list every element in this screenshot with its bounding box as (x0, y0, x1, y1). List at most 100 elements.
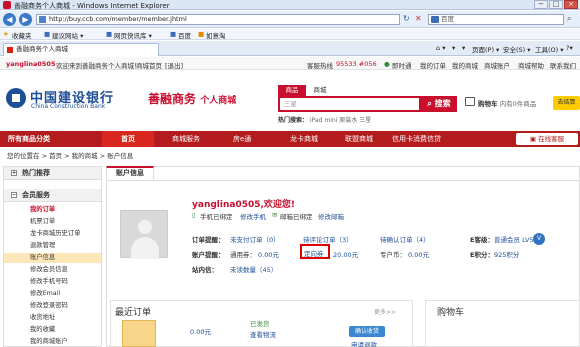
bank-name-en: China Construction Bank (31, 103, 106, 110)
feeds-button[interactable]: ▾ (452, 44, 455, 52)
nav-union-mall[interactable]: 联盟商城 (345, 131, 373, 147)
account-reminder-label: 账户提醒： (192, 251, 225, 259)
highlight-box (300, 244, 330, 259)
inbox-unread-link[interactable]: 未读数量（45） (230, 264, 277, 274)
special-coupon-value: 20.00元 (333, 251, 359, 259)
sidebar-item-my-orders[interactable]: 我的订单 (4, 205, 101, 215)
sidebar-item-favorites[interactable]: 我的收藏 (4, 325, 101, 335)
search-icon[interactable]: ⌕ (567, 14, 571, 24)
baidu-link[interactable]: 百度 (178, 30, 191, 40)
mall-account-link[interactable]: 商城账户 (484, 60, 510, 70)
panel-welcome: yanglina0505,欢迎您! (192, 200, 296, 210)
browser-tab[interactable]: 善融商务个人商城 (3, 43, 159, 56)
unpaid-orders-link[interactable]: 未支付订单（0） (230, 234, 280, 244)
page-menu[interactable]: 页面(P) ▾ (472, 44, 499, 54)
mall-help-link[interactable]: 商城帮助 (518, 60, 544, 70)
sidebar-item-account-info[interactable]: 账户信息 (4, 253, 101, 263)
nav-home[interactable]: 首页 (102, 131, 154, 147)
nav-dragon-card[interactable]: 龙卡商城 (290, 131, 318, 147)
ie-icon (3, 1, 11, 9)
tools-menu[interactable]: 工具(O) ▾ (535, 44, 564, 54)
sidebar-hot-header[interactable]: + 热门推荐 (4, 167, 101, 180)
nav-credit[interactable]: 信用卡消费信贷 (392, 131, 441, 147)
back-icon[interactable]: ◀ (3, 13, 16, 26)
refund-link[interactable]: 申请退款 (351, 339, 377, 347)
favorites-button[interactable]: 收藏夹 (12, 30, 32, 40)
print-button[interactable]: ▾ (462, 44, 465, 52)
search-button[interactable]: ⌕ 搜索 (421, 96, 457, 112)
sidebar-item-dragon-history[interactable]: 龙卡商城历史订单 (4, 229, 101, 239)
close-button[interactable]: × (564, 0, 578, 9)
forward-icon[interactable]: ▶ (19, 13, 32, 26)
search-tab-goods[interactable]: 商品 (278, 85, 306, 96)
suggested-sites[interactable]: 建议网站 ▾ (52, 30, 83, 40)
cart-summary[interactable]: 购物车 内有0件商品 (478, 98, 536, 108)
minimize-button[interactable]: − (534, 0, 548, 9)
safety-menu[interactable]: 安全(S) ▾ (503, 44, 531, 54)
sidebar: + 热门推荐 − 会员服务 我的订单 机票订单 龙卡商城历史订单 退款管理 账户信息… (3, 166, 102, 347)
nav-mall-service[interactable]: 商城服务 (172, 131, 200, 147)
search-tab-shop[interactable]: 商城 (306, 85, 334, 96)
all-categories[interactable]: 所有商品分类 (8, 131, 50, 147)
sidebar-item-edit-password[interactable]: 修改登录密码 (4, 301, 101, 311)
rushou-link[interactable]: 如意淘 (206, 30, 226, 40)
my-mall-link[interactable]: 我的商城 (452, 60, 478, 70)
contact-link[interactable]: 联系我们 (550, 60, 576, 70)
cart-icon[interactable] (465, 97, 475, 106)
order-amount: 0.00元 (190, 328, 211, 336)
rushou-icon: ■ (198, 30, 205, 38)
tab-favicon (7, 47, 13, 53)
sidebar-item-edit-email[interactable]: 修改Email (4, 289, 101, 299)
sidebar-item-refunds[interactable]: 退款管理 (4, 241, 101, 251)
sidebar-member-label: 会员服务 (22, 191, 50, 199)
recent-orders-more[interactable]: 更多>> (374, 307, 396, 316)
logout-link[interactable]: [退出] (165, 60, 183, 70)
hot-searches: 热门搜索： iPad mini 原装水 三星 (278, 115, 371, 124)
confirm-receipt-button[interactable]: 确认收货 (349, 326, 385, 337)
magnifier-icon: ⌕ (427, 99, 435, 108)
nav-fang-e[interactable]: 房e通 (233, 131, 251, 147)
my-orders-link[interactable]: 我的订单 (420, 60, 446, 70)
pending-review-link[interactable]: 待评论订单（3） (303, 234, 353, 244)
breadcrumb: 您的位置在 > 首页 > 我的商城 > 账户信息 (7, 152, 134, 160)
checkout-button[interactable]: 去结算 (553, 96, 580, 110)
hot-search-3[interactable]: 三星 (359, 117, 371, 124)
change-email-link[interactable]: 修改邮箱 (318, 211, 344, 221)
online-service-button[interactable]: ▣ 在线客服 (516, 133, 578, 145)
panel-tab-divider (106, 180, 580, 181)
address-bar-row: ◀ ▶ http://buy.ccb.com/member/member.jht… (0, 11, 580, 28)
hot-search-2[interactable]: 原装水 (339, 117, 357, 124)
pending-confirm-link[interactable]: 待确认订单（4） (380, 234, 430, 244)
home-button[interactable]: ⌂ ▾ (436, 44, 445, 52)
search-placeholder: 百度 (441, 15, 454, 23)
sidebar-item-edit-member[interactable]: 修改会员信息 (4, 265, 101, 275)
address-input[interactable]: http://buy.ccb.com/member/member.jhtml (36, 14, 400, 25)
sidebar-member-header[interactable]: − 会员服务 (4, 189, 101, 202)
merchant-coin-value: 0.00元 (408, 251, 429, 259)
baidu-fav-icon: ■ (170, 30, 177, 38)
sidebar-item-address[interactable]: 收货地址 (4, 313, 101, 323)
instant-chat-link[interactable]: 即时通 (392, 60, 412, 70)
tab-account-info[interactable]: 账户信息 (106, 166, 154, 180)
hot-search-1[interactable]: iPad mini (310, 117, 337, 124)
expand-icon: + (11, 170, 17, 176)
product-thumbnail[interactable] (122, 320, 156, 347)
change-phone-link[interactable]: 修改手机 (240, 211, 266, 221)
stop-icon[interactable]: ✕ (415, 14, 425, 25)
product-search-input[interactable]: 三星 (278, 96, 421, 112)
suggest-icon: ■ (44, 30, 51, 38)
track-shipment-link[interactable]: 查看物流 (250, 329, 276, 339)
sidebar-item-mall-account[interactable]: 我的商城账户 (4, 337, 101, 347)
help-menu[interactable]: ?▾ (566, 44, 573, 52)
search-input[interactable]: 百度 (428, 14, 564, 25)
points-label: E积分： (470, 251, 494, 259)
online-service-label: 在线客服 (538, 135, 565, 143)
maximize-button[interactable]: □ (549, 0, 563, 9)
web-slice-gallery[interactable]: 网页快讯库 ▾ (114, 30, 152, 40)
hotline-number: 95533 #056 (336, 60, 377, 68)
cart-label: 购物车 (478, 100, 498, 108)
sidebar-item-edit-phone[interactable]: 修改手机号码 (4, 277, 101, 287)
mall-home-link[interactable]: 商城首页 (136, 60, 162, 70)
refresh-icon[interactable]: ↻ (403, 14, 413, 25)
sidebar-item-flight-orders[interactable]: 机票订单 (4, 217, 101, 227)
